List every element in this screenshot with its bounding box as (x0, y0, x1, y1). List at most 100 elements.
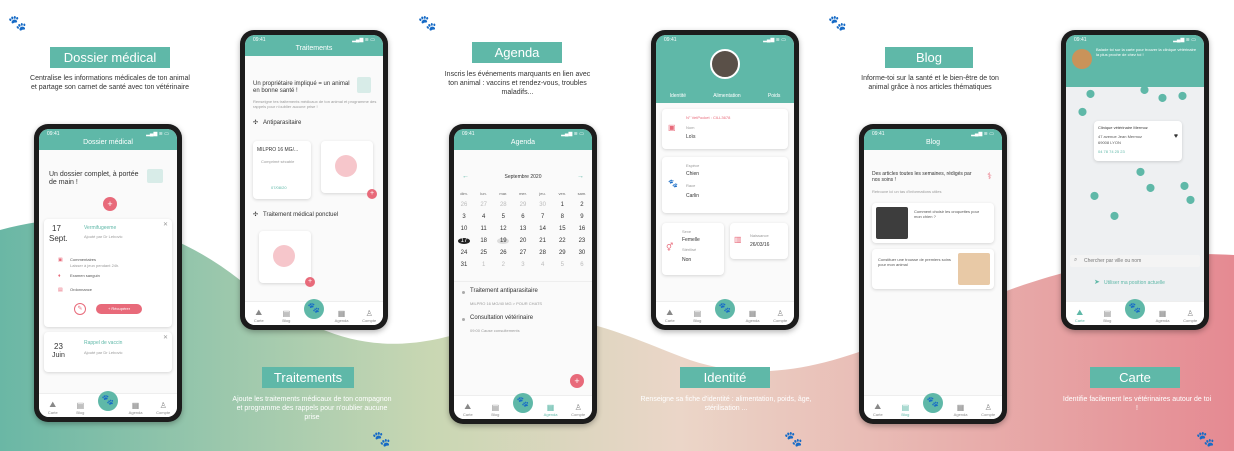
calendar-day[interactable]: 8 (556, 214, 568, 220)
event-card[interactable]: 17 Sept. Vermifugeeme Ajouté par Dr Lebo… (44, 219, 172, 327)
nav-carte[interactable]: ⛰ Carte (1070, 308, 1090, 323)
agenda-event-title[interactable]: Traitement antiparasitaire (470, 288, 538, 294)
tab-poids[interactable]: Poids (768, 93, 781, 99)
treatment-card[interactable] (321, 141, 373, 193)
calendar-day[interactable]: 19 (497, 238, 510, 244)
add-button[interactable]: + (103, 197, 117, 211)
calendar-day[interactable]: 18 (478, 238, 490, 244)
map-pin-icon[interactable]: ⬤ (1178, 91, 1187, 100)
clinic-popup[interactable]: Clinique vétérinaire Mermoz 47 avenue Je… (1094, 121, 1182, 161)
map-pin-icon[interactable]: ⬤ (1078, 107, 1087, 116)
paw-nav-button[interactable]: 🐾 (97, 391, 118, 411)
map-pin-icon[interactable]: ⬤ (1090, 191, 1099, 200)
map-pin-icon[interactable]: ⬤ (1140, 85, 1149, 94)
treatment-card[interactable]: MILPRO 16 MG/... Comprimé sécable 07/08/… (253, 141, 311, 199)
map-pin-icon[interactable]: ⬤ (1180, 181, 1189, 190)
retrieve-button[interactable]: + Récupérer (96, 304, 142, 314)
calendar-day[interactable]: 6 (517, 214, 529, 220)
map-pin-icon[interactable]: ⬤ (1110, 211, 1119, 220)
nav-compte[interactable]: ♙ Compte (770, 309, 790, 323)
next-month-icon[interactable]: → (577, 173, 584, 180)
map-pin-icon[interactable]: ⬤ (1186, 195, 1195, 204)
tab-alimentation[interactable]: Alimentation (713, 93, 741, 99)
nav-agenda[interactable]: ▦ Agenda (1153, 309, 1173, 323)
calendar-day[interactable]: 31 (458, 262, 470, 268)
calendar-day[interactable]: 9 (576, 214, 588, 220)
paw-nav-button[interactable]: 🐾 (1124, 299, 1145, 319)
calendar-day[interactable]: 4 (537, 262, 549, 268)
calendar-day[interactable]: 30 (537, 202, 549, 208)
calendar-day[interactable]: 3 (517, 262, 529, 268)
edit-icon[interactable]: ✎ (74, 303, 86, 315)
calendar-day[interactable]: 28 (537, 250, 549, 256)
calendar-day[interactable]: 24 (458, 250, 470, 256)
calendar-day[interactable]: 26 (458, 202, 470, 208)
calendar-day[interactable]: 4 (478, 214, 490, 220)
calendar-day[interactable]: 13 (517, 226, 529, 232)
calendar-day[interactable]: 3 (458, 214, 470, 220)
calendar-day[interactable]: 29 (556, 250, 568, 256)
nav-carte[interactable]: ⛰ Carte (458, 402, 478, 417)
article-card[interactable]: Comment choisir les croquettes pour mon … (872, 203, 994, 243)
nav-agenda[interactable]: ▦ Agenda (541, 403, 561, 417)
nav-carte[interactable]: ⛰ Carte (43, 400, 63, 415)
calendar-day[interactable]: 6 (576, 262, 588, 268)
paw-nav-button[interactable]: 🐾 (512, 393, 533, 413)
calendar-day[interactable]: 17 (458, 238, 470, 244)
calendar-day[interactable]: 21 (537, 238, 549, 244)
nav-agenda[interactable]: ▦ Agenda (743, 309, 763, 323)
map-pin-icon[interactable]: ⬤ (1086, 89, 1095, 98)
calendar-day[interactable]: 2 (497, 262, 509, 268)
calendar-day[interactable]: 12 (497, 226, 509, 232)
nav-blog[interactable]: ▤ Blog (687, 309, 707, 323)
add-button[interactable]: + (305, 277, 315, 287)
nav-agenda[interactable]: ▦ Agenda (126, 401, 146, 415)
search-input[interactable]: Chercher par ville ou nom (1084, 258, 1141, 264)
heart-icon[interactable]: ♥ (1174, 133, 1178, 140)
search-box[interactable]: ⌕ Chercher par ville ou nom (1070, 255, 1200, 267)
nav-blog[interactable]: ▤ Blog (70, 401, 90, 415)
calendar-day[interactable]: 1 (478, 262, 490, 268)
calendar-day[interactable]: 7 (537, 214, 549, 220)
clinic-phone[interactable]: 04 78 74 25 23 (1098, 149, 1125, 154)
nav-agenda[interactable]: ▦ Agenda (951, 403, 971, 417)
calendar-day[interactable]: 16 (576, 226, 588, 232)
nav-carte[interactable]: ⛰ Carte (868, 402, 888, 417)
map-pin-icon[interactable]: ⬤ (1158, 93, 1167, 102)
map-pin-icon[interactable]: ⬤ (1146, 183, 1155, 192)
event-card[interactable]: 23 Juin Rappel de vaccin Ajouté par Dr L… (44, 332, 172, 372)
add-button[interactable]: + (367, 189, 377, 199)
close-icon[interactable]: ✕ (163, 334, 168, 341)
calendar-day[interactable]: 29 (517, 202, 529, 208)
calendar-day[interactable]: 11 (478, 226, 490, 232)
calendar-day[interactable]: 15 (556, 226, 568, 232)
close-icon[interactable]: ✕ (163, 221, 168, 228)
calendar-day[interactable]: 28 (497, 202, 509, 208)
add-button[interactable]: + (570, 374, 584, 388)
calendar-day[interactable]: 23 (576, 238, 588, 244)
paw-nav-button[interactable]: 🐾 (714, 299, 735, 319)
article-card[interactable]: Constituer une trousse de premiers soins… (872, 249, 994, 289)
nav-carte[interactable]: ⛰ Carte (249, 308, 269, 323)
nav-compte[interactable]: ♙ Compte (153, 401, 173, 415)
paw-nav-button[interactable]: 🐾 (922, 393, 943, 413)
calendar-day[interactable]: 20 (517, 238, 529, 244)
nav-blog[interactable]: ▤ Blog (485, 403, 505, 417)
nav-compte[interactable]: ♙ Compte (978, 403, 998, 417)
use-location-link[interactable]: Utiliser ma position actuelle (1104, 280, 1165, 286)
calendar-day[interactable]: 14 (537, 226, 549, 232)
treatment-card[interactable] (259, 231, 311, 283)
tab-identite[interactable]: Identité (670, 93, 686, 99)
calendar-day[interactable]: 25 (478, 250, 490, 256)
nav-agenda[interactable]: ▦ Agenda (332, 309, 352, 323)
nav-blog[interactable]: ▤ Blog (1097, 309, 1117, 323)
nav-carte[interactable]: ⛰ Carte (660, 308, 680, 323)
nav-blog[interactable]: ▤ Blog (276, 309, 296, 323)
calendar-day[interactable]: 30 (576, 250, 588, 256)
calendar-day[interactable]: 26 (497, 250, 509, 256)
calendar-day[interactable]: 10 (458, 226, 470, 232)
calendar-day[interactable]: 27 (478, 202, 490, 208)
nav-compte[interactable]: ♙ Compte (568, 403, 588, 417)
calendar-day[interactable]: 5 (497, 214, 509, 220)
nav-compte[interactable]: ♙ Compte (359, 309, 379, 323)
